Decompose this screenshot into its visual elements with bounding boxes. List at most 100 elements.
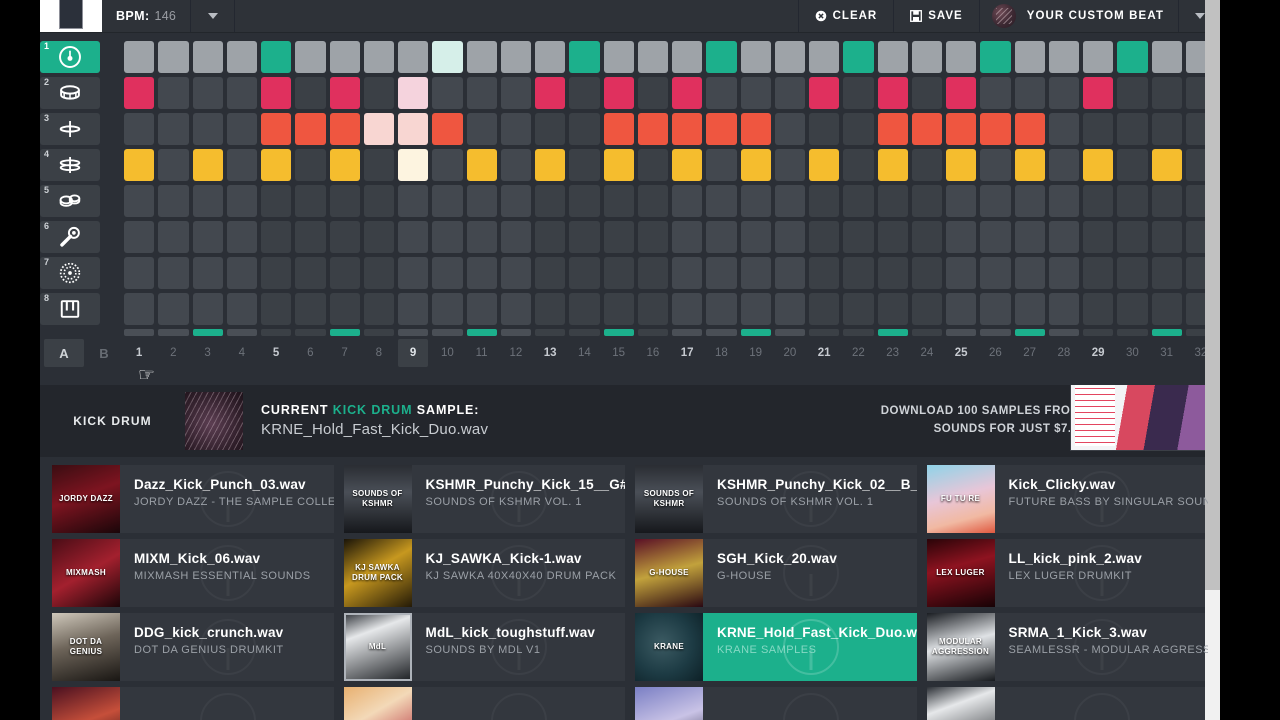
instrument-button-4[interactable]: 4 — [40, 149, 100, 181]
step-cell[interactable] — [1151, 257, 1182, 289]
step-number[interactable]: 14 — [569, 339, 599, 367]
step-cell[interactable] — [432, 221, 463, 253]
step-cell[interactable] — [295, 41, 326, 73]
step-cell[interactable] — [261, 221, 292, 253]
step-cell[interactable] — [1014, 185, 1045, 217]
step-cell[interactable] — [637, 257, 668, 289]
step-cell[interactable] — [809, 185, 840, 217]
step-cell[interactable] — [363, 293, 394, 325]
step-cell[interactable] — [672, 185, 703, 217]
step-cell[interactable] — [706, 221, 737, 253]
instrument-button-2[interactable]: 2 — [40, 77, 100, 109]
step-cell[interactable] — [877, 113, 908, 145]
step-cell[interactable] — [226, 257, 257, 289]
step-cell[interactable] — [740, 113, 771, 145]
step-cell[interactable] — [672, 257, 703, 289]
step-number[interactable]: 21 — [809, 339, 839, 367]
step-cell[interactable] — [980, 113, 1011, 145]
step-cell[interactable] — [500, 257, 531, 289]
sample-card[interactable]: FU TU RE Kick_Clicky.wav FUTURE BASS BY SI… — [926, 465, 1208, 533]
step-cell[interactable] — [466, 221, 497, 253]
step-cell[interactable] — [637, 221, 668, 253]
step-cell[interactable] — [295, 257, 326, 289]
step-cell[interactable] — [192, 185, 223, 217]
step-number[interactable]: 7 — [330, 339, 360, 367]
sample-card[interactable]: JORDY DAZZ Dazz_Kick_Punch_03.wav JORDY DA… — [52, 465, 334, 533]
step-cell[interactable] — [637, 77, 668, 109]
step-cell[interactable] — [226, 293, 257, 325]
step-number[interactable]: 4 — [227, 339, 257, 367]
step-cell[interactable] — [363, 77, 394, 109]
step-cell[interactable] — [980, 257, 1011, 289]
ruler-tick[interactable] — [1048, 329, 1079, 336]
step-cell[interactable] — [1048, 257, 1079, 289]
step-cell[interactable] — [1083, 149, 1114, 181]
step-cell[interactable] — [535, 77, 566, 109]
step-number[interactable]: 16 — [638, 339, 668, 367]
step-cell[interactable] — [843, 77, 874, 109]
step-cell[interactable] — [877, 221, 908, 253]
sample-card[interactable]: SOUNDS OF KSHMR KSHMR_Punchy_Kick_15__G#_… — [343, 465, 625, 533]
step-cell[interactable] — [432, 293, 463, 325]
step-cell[interactable] — [535, 185, 566, 217]
step-cell[interactable] — [226, 221, 257, 253]
step-cell[interactable] — [740, 257, 771, 289]
step-cell[interactable] — [877, 41, 908, 73]
step-number[interactable]: 24 — [912, 339, 942, 367]
step-cell[interactable] — [809, 113, 840, 145]
step-cell[interactable] — [295, 293, 326, 325]
step-cell[interactable] — [535, 221, 566, 253]
step-cell[interactable] — [740, 149, 771, 181]
step-cell[interactable] — [637, 293, 668, 325]
step-cell[interactable] — [363, 113, 394, 145]
step-cell[interactable] — [946, 257, 977, 289]
ruler-tick[interactable] — [809, 329, 840, 336]
step-cell[interactable] — [946, 149, 977, 181]
step-cell[interactable] — [1117, 41, 1148, 73]
step-cell[interactable] — [158, 77, 189, 109]
step-cell[interactable] — [124, 77, 155, 109]
step-cell[interactable] — [535, 113, 566, 145]
step-number[interactable]: 30 — [1117, 339, 1147, 367]
step-cell[interactable] — [226, 41, 257, 73]
step-cell[interactable] — [706, 77, 737, 109]
step-cell[interactable] — [1117, 257, 1148, 289]
step-cell[interactable] — [637, 149, 668, 181]
ruler-tick[interactable] — [295, 329, 326, 336]
step-cell[interactable] — [843, 149, 874, 181]
step-cell[interactable] — [1083, 113, 1114, 145]
step-cell[interactable] — [1083, 41, 1114, 73]
step-cell[interactable] — [432, 41, 463, 73]
ruler-tick[interactable] — [432, 329, 463, 336]
step-cell[interactable] — [843, 257, 874, 289]
step-cell[interactable] — [192, 149, 223, 181]
step-cell[interactable] — [261, 41, 292, 73]
step-cell[interactable] — [535, 41, 566, 73]
pattern-b-button[interactable]: B — [84, 339, 124, 367]
step-number[interactable]: 26 — [980, 339, 1010, 367]
ruler-tick[interactable] — [1083, 329, 1114, 336]
step-cell[interactable] — [500, 293, 531, 325]
step-cell[interactable] — [158, 293, 189, 325]
step-cell[interactable] — [1117, 149, 1148, 181]
step-number[interactable]: 25 — [946, 339, 976, 367]
step-cell[interactable] — [672, 149, 703, 181]
step-cell[interactable] — [774, 41, 805, 73]
step-cell[interactable] — [603, 185, 634, 217]
step-cell[interactable] — [226, 185, 257, 217]
step-cell[interactable] — [398, 113, 429, 145]
step-cell[interactable] — [706, 293, 737, 325]
step-cell[interactable] — [980, 77, 1011, 109]
step-cell[interactable] — [432, 77, 463, 109]
step-cell[interactable] — [569, 149, 600, 181]
step-cell[interactable] — [1048, 149, 1079, 181]
step-cell[interactable] — [569, 257, 600, 289]
step-cell[interactable] — [398, 149, 429, 181]
ruler-tick[interactable] — [1117, 329, 1148, 336]
step-cell[interactable] — [124, 293, 155, 325]
step-cell[interactable] — [432, 257, 463, 289]
ruler-tick[interactable] — [603, 329, 634, 336]
sample-card[interactable] — [343, 687, 625, 720]
ruler-tick[interactable] — [363, 329, 394, 336]
ruler-tick[interactable] — [946, 329, 977, 336]
